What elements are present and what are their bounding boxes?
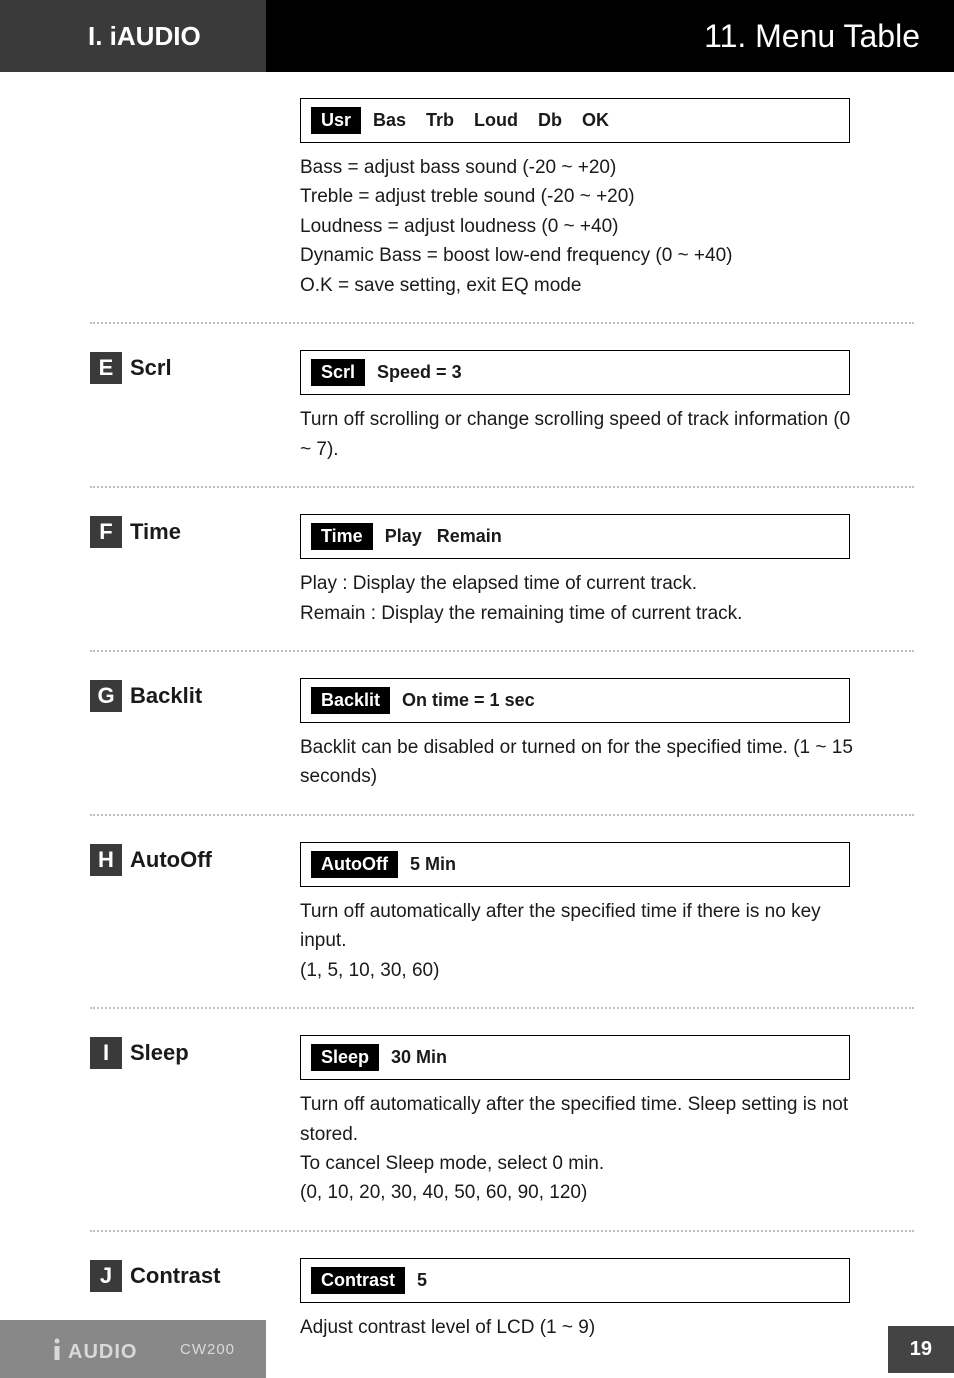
row-letter: E bbox=[90, 352, 122, 384]
menu-option: Speed = 3 bbox=[365, 362, 462, 383]
menu-row-time: F Time Time Play Remain Play : Display t… bbox=[90, 514, 914, 628]
row-name: Scrl bbox=[130, 355, 172, 381]
menu-option: 30 Min bbox=[379, 1047, 447, 1068]
row-name: Backlit bbox=[130, 683, 202, 709]
menu-row-sleep: I Sleep Sleep 30 Min Turn off automatica… bbox=[90, 1035, 914, 1208]
desc-line: Backlit can be disabled or turned on for… bbox=[300, 733, 860, 792]
row-name: Contrast bbox=[130, 1263, 220, 1289]
menu-option: 5 bbox=[405, 1270, 427, 1291]
header-page-title: 11. Menu Table bbox=[266, 0, 954, 72]
brand-logo-icon: AUDIO bbox=[50, 1336, 170, 1362]
divider bbox=[90, 1230, 914, 1232]
divider bbox=[90, 1007, 914, 1009]
eq-desc-line: Bass = adjust bass sound (-20 ~ +20) bbox=[300, 153, 860, 182]
row-label: J Contrast bbox=[90, 1260, 300, 1292]
menu-box: Time Play Remain bbox=[300, 514, 850, 559]
menu-option: On time = 1 sec bbox=[390, 690, 535, 711]
page-header: I. iAUDIO 11. Menu Table bbox=[0, 0, 954, 72]
menu-box: Scrl Speed = 3 bbox=[300, 350, 850, 395]
desc-line: Turn off automatically after the specifi… bbox=[300, 897, 860, 956]
menu-row-scrl: E Scrl Scrl Speed = 3 Turn off scrolling… bbox=[90, 350, 914, 464]
row-letter: F bbox=[90, 516, 122, 548]
row-label: F Time bbox=[90, 516, 300, 548]
menu-box: Backlit On time = 1 sec bbox=[300, 678, 850, 723]
desc-line: Remain : Display the remaining time of c… bbox=[300, 599, 860, 628]
svg-text:AUDIO: AUDIO bbox=[68, 1341, 137, 1362]
desc-line: (0, 10, 20, 30, 40, 50, 60, 90, 120) bbox=[300, 1178, 860, 1207]
eq-description: Bass = adjust bass sound (-20 ~ +20) Tre… bbox=[300, 153, 860, 300]
menu-tag: Contrast bbox=[311, 1267, 405, 1294]
menu-option: 5 Min bbox=[398, 854, 456, 875]
menu-box: AutoOff 5 Min bbox=[300, 842, 850, 887]
divider bbox=[90, 486, 914, 488]
menu-row-backlit: G Backlit Backlit On time = 1 sec Backli… bbox=[90, 678, 914, 792]
row-name: Time bbox=[130, 519, 181, 545]
menu-tag: Backlit bbox=[311, 687, 390, 714]
row-letter: I bbox=[90, 1037, 122, 1069]
divider bbox=[90, 322, 914, 324]
menu-box: Contrast 5 bbox=[300, 1258, 850, 1303]
desc-line: (1, 5, 10, 30, 60) bbox=[300, 956, 860, 985]
menu-option: Play Remain bbox=[373, 526, 502, 547]
menu-desc: Turn off automatically after the specifi… bbox=[300, 897, 860, 985]
desc-line: Play : Display the elapsed time of curre… bbox=[300, 569, 860, 598]
divider bbox=[90, 650, 914, 652]
row-label: I Sleep bbox=[90, 1037, 300, 1069]
menu-box: Sleep 30 Min bbox=[300, 1035, 850, 1080]
row-name: Sleep bbox=[130, 1040, 189, 1066]
footer-brand-area: AUDIO CW200 bbox=[0, 1320, 266, 1378]
eq-desc-line: Dynamic Bass = boost low-end frequency (… bbox=[300, 241, 860, 270]
eq-desc-line: O.K = save setting, exit EQ mode bbox=[300, 271, 860, 300]
footer-model: CW200 bbox=[180, 1341, 235, 1358]
menu-desc: Play : Display the elapsed time of curre… bbox=[300, 569, 860, 628]
page-number: 19 bbox=[888, 1326, 954, 1373]
header-section-label: I. iAUDIO bbox=[0, 0, 266, 72]
menu-tag: AutoOff bbox=[311, 851, 398, 878]
menu-row-autooff: H AutoOff AutoOff 5 Min Turn off automat… bbox=[90, 842, 914, 985]
eq-block: Usr Bas Trb Loud Db OK Bass = adjust bas… bbox=[300, 98, 914, 300]
row-label: E Scrl bbox=[90, 352, 300, 384]
eq-desc-line: Loudness = adjust loudness (0 ~ +40) bbox=[300, 212, 860, 241]
row-label: H AutoOff bbox=[90, 844, 300, 876]
page-footer: AUDIO CW200 19 bbox=[0, 1320, 954, 1378]
eq-menu-box: Usr Bas Trb Loud Db OK bbox=[300, 98, 850, 143]
menu-tag: Sleep bbox=[311, 1044, 379, 1071]
row-letter: J bbox=[90, 1260, 122, 1292]
divider bbox=[90, 814, 914, 816]
eq-options: Bas Trb Loud Db OK bbox=[361, 110, 609, 131]
desc-line: Turn off scrolling or change scrolling s… bbox=[300, 405, 860, 464]
eq-tag: Usr bbox=[311, 107, 361, 134]
desc-line: To cancel Sleep mode, select 0 min. bbox=[300, 1149, 860, 1178]
menu-desc: Turn off automatically after the specifi… bbox=[300, 1090, 860, 1208]
row-letter: H bbox=[90, 844, 122, 876]
row-label: G Backlit bbox=[90, 680, 300, 712]
row-letter: G bbox=[90, 680, 122, 712]
menu-desc: Backlit can be disabled or turned on for… bbox=[300, 733, 860, 792]
menu-tag: Time bbox=[311, 523, 373, 550]
menu-desc: Turn off scrolling or change scrolling s… bbox=[300, 405, 860, 464]
menu-tag: Scrl bbox=[311, 359, 365, 386]
desc-line: Turn off automatically after the specifi… bbox=[300, 1090, 860, 1149]
eq-desc-line: Treble = adjust treble sound (-20 ~ +20) bbox=[300, 182, 860, 211]
row-name: AutoOff bbox=[130, 847, 212, 873]
